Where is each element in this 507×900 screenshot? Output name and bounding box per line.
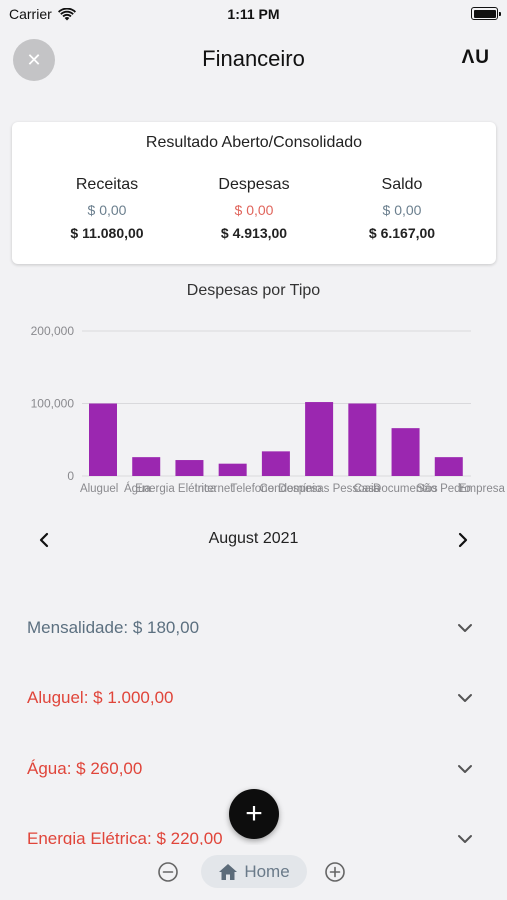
x-tick-label: Empresa (459, 483, 506, 495)
battery-icon (471, 7, 501, 20)
list-item-agua[interactable]: Água: $ 260,00 (0, 749, 507, 789)
page-title: Financeiro (202, 46, 305, 71)
home-icon (219, 863, 238, 880)
app-logo: ΛU (461, 47, 490, 68)
chart-bar (305, 402, 334, 476)
summary-open-value: $ 0,00 (234, 202, 274, 218)
chart-bar (391, 428, 420, 476)
chart-bar (434, 457, 463, 476)
chart-bar (261, 451, 290, 476)
chart-bar (89, 403, 117, 476)
summary-card: Resultado Aberto/Consolidado Receitas $ … (12, 122, 496, 264)
clock: 1:11 PM (227, 6, 280, 22)
summary-total-value: $ 11.080,00 (70, 225, 144, 241)
summary-total-value: $ 4.913,00 (220, 225, 288, 241)
summary-open-value: $ 0,00 (87, 202, 127, 218)
y-tick-label: 100,000 (31, 397, 75, 411)
summary-total-value: $ 6.167,00 (368, 225, 436, 241)
chart-bar (175, 460, 204, 476)
y-tick-label: 200,000 (31, 324, 75, 338)
month-selector: August 2021 (0, 524, 507, 556)
chart-bar (132, 457, 161, 476)
list-item-label: Água: $ 260,00 (27, 759, 143, 778)
y-tick-label: 0 (67, 469, 74, 483)
x-tick-label: Internet (194, 483, 234, 495)
summary-label: Receitas (75, 176, 139, 193)
list-item-label: Mensalidade: $ 180,00 (27, 618, 200, 637)
list-item-mensalidade[interactable]: Mensalidade: $ 180,00 (0, 608, 507, 648)
zoom-in-icon[interactable] (324, 861, 346, 883)
expenses-chart: 0100,000200,000Aluguel ÁguaEnergia Elétri… (31, 324, 506, 495)
summary-column-saldo: Saldo $ 0,00 $ 6.167,00 (322, 176, 482, 241)
nav-header: ✕ Financeiro ΛU (0, 34, 507, 86)
zoom-out-icon[interactable] (157, 861, 179, 883)
chevron-down-icon[interactable] (455, 688, 475, 708)
summary-column-receitas: Receitas $ 0,00 $ 11.080,00 (27, 176, 187, 241)
bottom-bar: Home (0, 845, 507, 900)
summary-title: Resultado Aberto/Consolidado (145, 134, 363, 151)
chart-bar (348, 403, 377, 476)
chart-bar (218, 463, 247, 476)
home-tab[interactable]: Home (201, 855, 307, 888)
chevron-down-icon[interactable] (455, 759, 475, 779)
x-tick-label: Aluguel (80, 483, 118, 495)
list-item-aluguel[interactable]: Aluguel: $ 1.000,00 (0, 678, 507, 718)
home-label: Home (244, 861, 290, 881)
status-bar: Carrier 1:11 PM (0, 0, 507, 30)
summary-label: Saldo (381, 176, 423, 193)
list-item-label: Aluguel: $ 1.000,00 (27, 688, 174, 707)
summary-open-value: $ 0,00 (382, 202, 422, 218)
plus-icon: + (245, 797, 263, 830)
add-button[interactable]: + (229, 789, 279, 839)
chart-title: Despesas por Tipo (186, 282, 321, 299)
summary-column-despesas: Despesas $ 0,00 $ 4.913,00 (174, 176, 334, 241)
month-label: August 2021 (208, 530, 299, 547)
summary-label: Despesas (218, 176, 290, 193)
chevron-right-icon[interactable] (451, 528, 475, 552)
chevron-down-icon[interactable] (455, 618, 475, 638)
